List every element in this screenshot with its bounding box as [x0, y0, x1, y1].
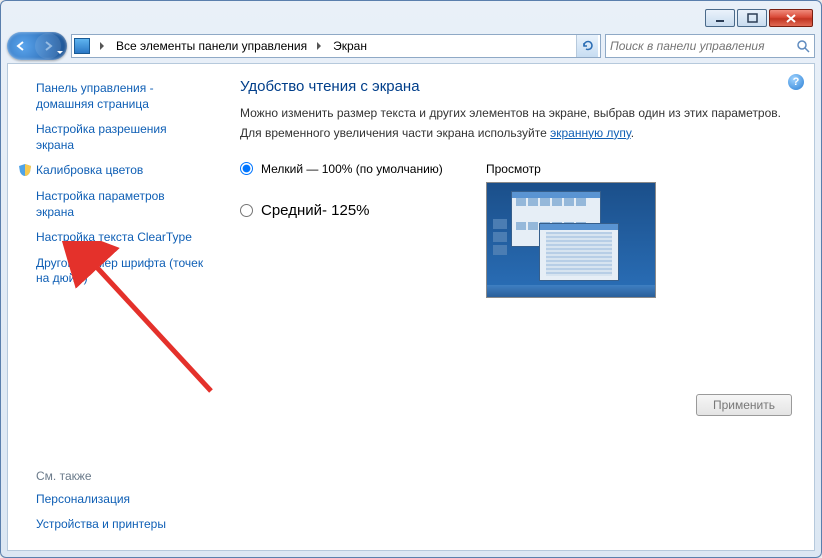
- preview-column: Просмотр: [486, 162, 656, 298]
- search-input[interactable]: [610, 39, 796, 53]
- maximize-icon: [747, 13, 758, 24]
- maximize-button[interactable]: [737, 9, 767, 27]
- magnifier-link[interactable]: экранную лупу: [550, 126, 631, 140]
- search-icon: [796, 39, 810, 53]
- close-button[interactable]: [769, 9, 813, 27]
- address-bar[interactable]: Все элементы панели управления Экран: [71, 34, 601, 58]
- chevron-right-icon: [100, 42, 108, 50]
- radio-medium[interactable]: [240, 204, 253, 217]
- navigation-row: Все элементы панели управления Экран: [7, 31, 815, 61]
- radio-small-label: Мелкий — 100% (по умолчанию): [261, 162, 443, 176]
- minimize-button[interactable]: [705, 9, 735, 27]
- nav-back-forward[interactable]: [7, 32, 67, 60]
- minimize-icon: [715, 13, 726, 24]
- shield-icon: [18, 163, 32, 177]
- apply-row: Применить: [696, 394, 792, 416]
- description-line: Для временного увеличения части экрана и…: [240, 125, 792, 142]
- sidebar-item-label: Калибровка цветов: [36, 163, 143, 177]
- description-line: Можно изменить размер текста и других эл…: [240, 105, 792, 122]
- sidebar: Панель управления - домашняя страница На…: [8, 64, 218, 550]
- radio-small-row[interactable]: Мелкий — 100% (по умолчанию): [240, 162, 470, 176]
- sidebar-calibrate[interactable]: Калибровка цветов: [18, 158, 208, 184]
- forward-button[interactable]: [35, 33, 61, 59]
- sidebar-cleartype[interactable]: Настройка текста ClearType: [18, 225, 208, 251]
- content-area: Панель управления - домашняя страница На…: [7, 63, 815, 551]
- sidebar-personalization[interactable]: Персонализация: [18, 487, 208, 513]
- close-icon: [785, 13, 797, 24]
- help-icon[interactable]: ?: [788, 74, 804, 90]
- refresh-button[interactable]: [576, 35, 598, 57]
- refresh-icon: [581, 39, 595, 53]
- page-title: Удобство чтения с экрана: [240, 78, 792, 95]
- sidebar-params[interactable]: Настройка параметров экрана: [18, 184, 208, 225]
- radio-medium-label: Средний- 125%: [261, 202, 370, 219]
- main-panel: ? Удобство чтения с экрана Можно изменит…: [218, 64, 814, 550]
- control-panel-window: Все элементы панели управления Экран Пан…: [0, 0, 822, 558]
- titlebar: [7, 7, 815, 29]
- breadcrumb-item[interactable]: Экран: [333, 39, 367, 53]
- radio-small[interactable]: [240, 162, 253, 175]
- radio-medium-row[interactable]: Средний- 125%: [240, 202, 470, 219]
- arrow-right-icon: [41, 39, 55, 53]
- preview-thumbnail: [486, 182, 656, 298]
- sidebar-home[interactable]: Панель управления - домашняя страница: [18, 76, 208, 117]
- back-button[interactable]: [8, 33, 34, 59]
- breadcrumb-item[interactable]: Все элементы панели управления: [116, 39, 307, 53]
- preview-label: Просмотр: [486, 162, 656, 176]
- arrow-left-icon: [14, 39, 28, 53]
- see-also-label: См. также: [18, 465, 208, 487]
- sidebar-dpi[interactable]: Другой размер шрифта (точек на дюйм): [18, 251, 208, 292]
- search-box[interactable]: [605, 34, 815, 58]
- control-panel-icon: [74, 38, 90, 54]
- scale-options: Мелкий — 100% (по умолчанию) Средний- 12…: [240, 162, 792, 298]
- sidebar-devices[interactable]: Устройства и принтеры: [18, 512, 208, 538]
- chevron-right-icon: [317, 42, 325, 50]
- apply-button[interactable]: Применить: [696, 394, 792, 416]
- sidebar-resolution[interactable]: Настройка разрешения экрана: [18, 117, 208, 158]
